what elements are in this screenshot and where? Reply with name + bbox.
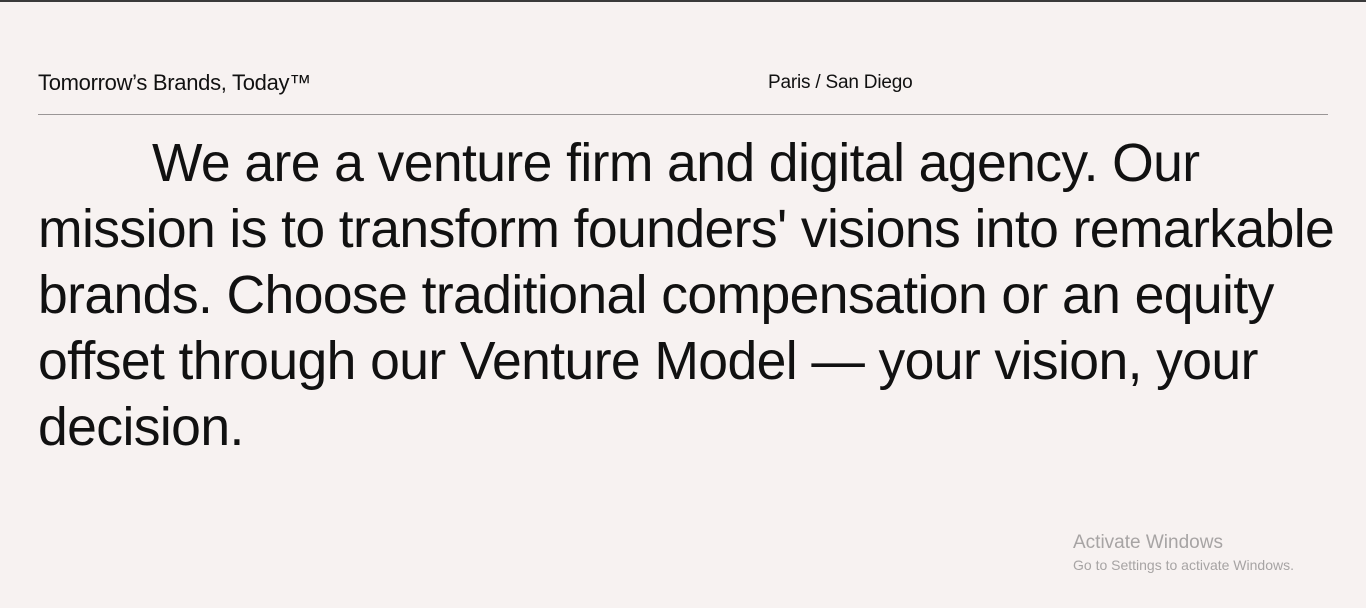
header-divider [38,114,1328,115]
watermark-title: Activate Windows [1073,532,1223,553]
top-border [0,0,1366,2]
site-header: Tomorrow’s Brands, Today™ Paris / San Di… [38,70,1328,100]
location-text: Paris / San Diego [768,72,913,93]
intro-statement: We are a venture firm and digital agency… [38,134,1335,457]
watermark-subtitle: Go to Settings to activate Windows. [1073,557,1294,573]
windows-activation-watermark: Activate Windows Go to Settings to activ… [1073,532,1294,575]
brand-tagline: Tomorrow’s Brands, Today™ [38,70,311,95]
